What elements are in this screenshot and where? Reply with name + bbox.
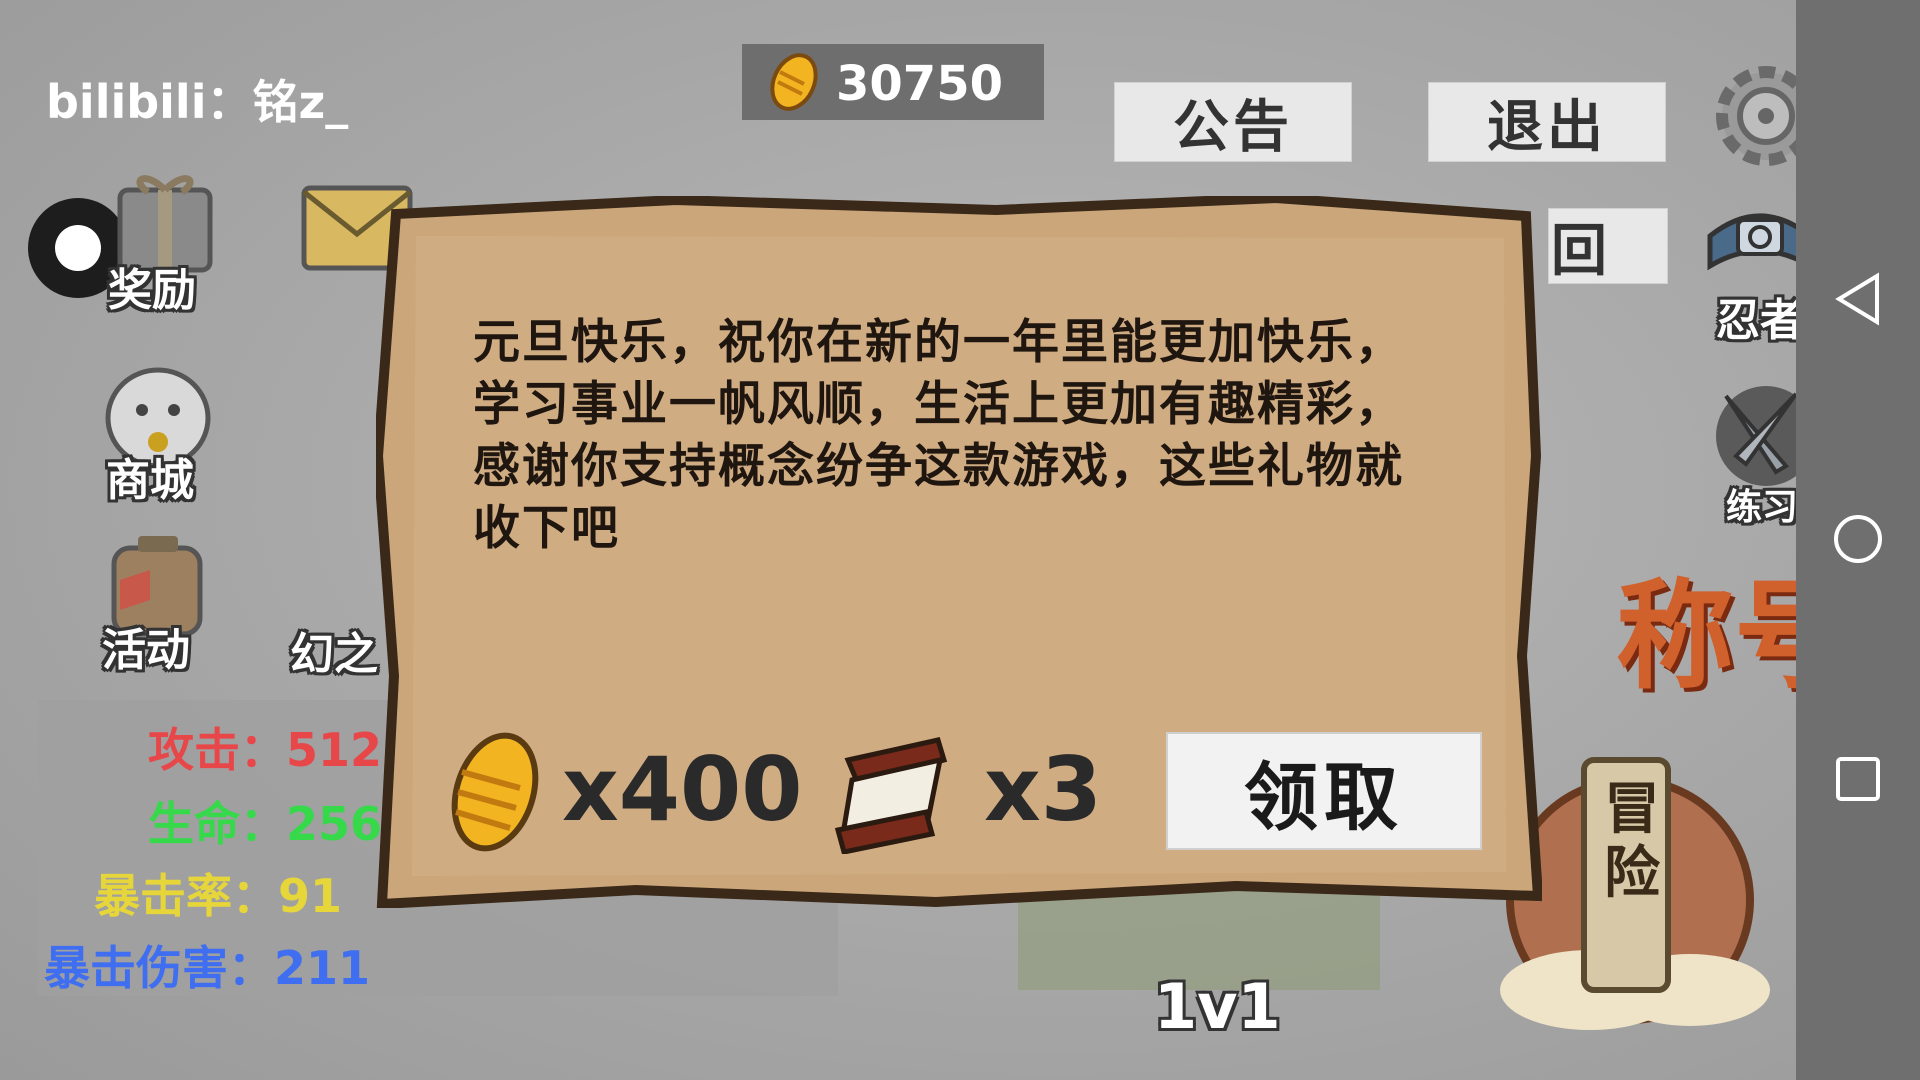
recent-square-icon: [1836, 757, 1880, 801]
ninja-label: 忍者: [1716, 295, 1804, 346]
claim-button[interactable]: 领取: [1166, 732, 1482, 850]
coin-icon: [770, 53, 818, 111]
coin-count: 30750: [836, 56, 1003, 112]
coin-counter: 30750: [742, 44, 1044, 120]
gift-message: 元旦快乐，祝你在新的一年里能更加快乐，学习事业一帆风顺，生活上更加有趣精彩，感谢…: [473, 315, 1404, 556]
exit-button[interactable]: 退出: [1428, 82, 1666, 162]
fantasy-label[interactable]: 幻之: [290, 618, 378, 682]
shop-menu-button[interactable]: 商城: [80, 360, 230, 506]
adventure-label: 冒险: [1604, 777, 1660, 906]
practice-label: 练习: [1726, 487, 1799, 528]
username-label: bilibili：铭z_: [46, 75, 349, 129]
home-nav-button[interactable]: [1796, 484, 1920, 594]
scroll-icon: [834, 737, 948, 854]
crit-damage-stat: 暴击伤害：211: [44, 941, 371, 995]
back-button[interactable]: 回: [1548, 208, 1668, 284]
activity-label: 活动: [102, 625, 190, 676]
coin-reward-count: x400: [562, 738, 803, 841]
mode-1v1-label[interactable]: 1v1: [1154, 970, 1281, 1043]
gift-dialog: 元旦快乐，祝你在新的一年里能更加快乐，学习事业一帆风顺，生活上更加有趣精彩，感谢…: [376, 196, 1542, 908]
announcement-button[interactable]: 公告: [1114, 82, 1352, 162]
coin-icon: [451, 732, 539, 852]
health-stat: 生命：256: [148, 797, 383, 851]
activity-menu-button[interactable]: 活动: [80, 530, 230, 676]
back-triangle-icon: [1835, 272, 1879, 326]
crit-rate-stat: 暴击率：91: [94, 869, 343, 923]
home-circle-icon: [1834, 515, 1882, 563]
back-nav-button[interactable]: [1796, 244, 1920, 354]
attack-stat: 攻击：512: [148, 723, 383, 777]
reward-label: 奖励: [108, 265, 196, 316]
reward-menu-button[interactable]: 奖励: [90, 170, 240, 316]
recent-apps-nav-button[interactable]: [1796, 724, 1920, 834]
system-navigation-bar: [1796, 0, 1920, 1080]
game-screen: bilibili：铭z_ 30750 公告 退出 回 奖励 商城 活动 幻之 忍…: [0, 0, 1920, 1080]
shop-label: 商城: [106, 455, 194, 506]
scroll-reward-count: x3: [984, 738, 1102, 841]
